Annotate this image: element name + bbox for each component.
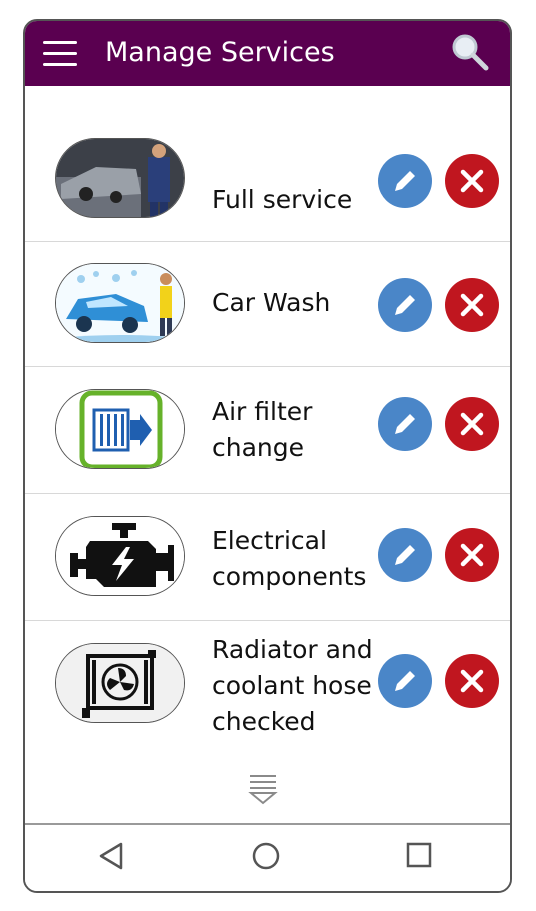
- list-item: Air filter change: [25, 366, 510, 494]
- edit-button[interactable]: [378, 397, 432, 451]
- app-bar: Manage Services: [25, 21, 510, 86]
- delete-button[interactable]: [445, 397, 499, 451]
- edit-button[interactable]: [378, 654, 432, 708]
- air-filter-icon: [55, 389, 185, 469]
- delete-button[interactable]: [445, 654, 499, 708]
- edit-button[interactable]: [378, 528, 432, 582]
- service-label: Electrical components: [212, 526, 367, 591]
- delete-button[interactable]: [445, 278, 499, 332]
- list-item: Electrical components: [25, 493, 510, 621]
- system-nav-bar: [25, 823, 510, 891]
- x-close-icon: [460, 669, 484, 693]
- square-recents-icon[interactable]: [405, 839, 433, 873]
- mechanic-repairing-car-photo: [55, 138, 185, 218]
- edit-button[interactable]: [378, 278, 432, 332]
- x-close-icon: [460, 412, 484, 436]
- page-title: Manage Services: [105, 37, 335, 68]
- delete-button[interactable]: [445, 154, 499, 208]
- pencil-icon: [395, 414, 415, 434]
- service-label: Air filter change: [212, 397, 313, 462]
- x-close-icon: [460, 293, 484, 317]
- radiator-fan-icon: [55, 643, 185, 723]
- pencil-icon: [395, 171, 415, 191]
- service-label: Car Wash: [212, 288, 331, 317]
- x-close-icon: [460, 169, 484, 193]
- pencil-icon: [395, 671, 415, 691]
- list-item: Car Wash: [25, 241, 510, 367]
- car-wash-illustration: [55, 263, 185, 343]
- pencil-icon: [395, 545, 415, 565]
- pencil-icon: [395, 295, 415, 315]
- engine-electrical-icon: [55, 516, 185, 596]
- list-item: Radiator and coolant hose checked: [25, 620, 510, 770]
- magnifier-icon[interactable]: [450, 32, 490, 72]
- chevron-down-lines-icon[interactable]: [247, 773, 279, 807]
- circle-home-icon[interactable]: [251, 839, 281, 873]
- triangle-back-icon[interactable]: [97, 839, 125, 873]
- service-label: Full service: [212, 185, 353, 214]
- list-item: Full service: [25, 86, 510, 242]
- service-label: Radiator and coolant hose checked: [212, 635, 373, 736]
- hamburger-menu-icon[interactable]: [43, 41, 77, 67]
- delete-button[interactable]: [445, 528, 499, 582]
- x-close-icon: [460, 543, 484, 567]
- edit-button[interactable]: [378, 154, 432, 208]
- phone-frame: Manage Services Full service Car Wash Ai…: [23, 19, 512, 893]
